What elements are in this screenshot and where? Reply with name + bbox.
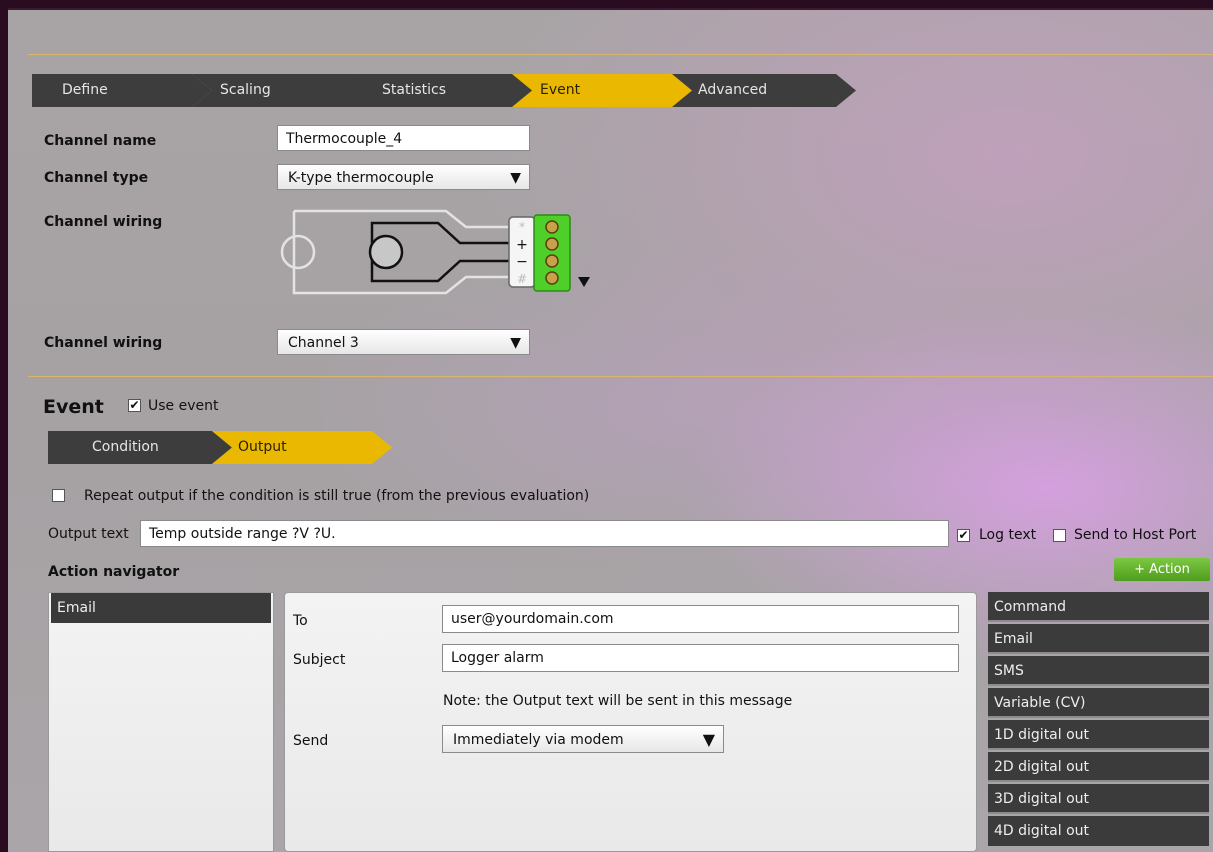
action-type-3d-digital-out[interactable]: 3D digital out — [988, 784, 1209, 814]
output-text-label: Output text — [48, 526, 129, 542]
use-event-checkbox[interactable]: ✔ — [128, 399, 141, 412]
tab-define-label: Define — [62, 82, 108, 98]
top-divider — [28, 54, 1213, 55]
output-note: Note: the Output text will be sent in th… — [443, 693, 793, 709]
send-method-value: Immediately via modem — [453, 732, 624, 748]
channel-type-select[interactable]: K-type thermocouple ▼ — [277, 164, 530, 190]
action-type-1d-digital-out[interactable]: 1D digital out — [988, 720, 1209, 750]
wiring-dropdown-icon[interactable] — [578, 277, 590, 287]
thermocouple-probe — [368, 221, 510, 283]
repeat-output-checkbox[interactable] — [52, 489, 65, 502]
action-type-2d-digital-out[interactable]: 2D digital out — [988, 752, 1209, 782]
repeat-output-label: Repeat output if the condition is still … — [84, 488, 590, 504]
send-method-select[interactable]: Immediately via modem ▼ — [442, 725, 724, 753]
tab-advanced-label: Advanced — [698, 82, 768, 98]
add-action-button[interactable]: + Action — [1114, 558, 1210, 581]
event-sub-tab-bar: Condition Output — [48, 431, 392, 464]
wiring-diagram: * + − # — [280, 209, 590, 295]
channel-wiring-label: Channel wiring — [44, 214, 163, 230]
log-text-label: Log text — [979, 527, 1037, 543]
use-event-label: Use event — [148, 398, 219, 414]
action-type-email[interactable]: Email — [988, 624, 1209, 654]
action-type-variable[interactable]: Variable (CV) — [988, 688, 1209, 718]
tab-advanced[interactable]: Advanced — [672, 74, 856, 107]
tab-condition-label: Condition — [92, 439, 159, 455]
check-mark-icon: ✔ — [958, 528, 969, 542]
tab-condition[interactable]: Condition — [48, 431, 232, 464]
tab-output-label: Output — [238, 439, 287, 455]
main-tab-bar: Define Scaling Statistics Event Advanced — [32, 74, 856, 107]
action-type-sms[interactable]: SMS — [988, 656, 1209, 686]
send-label: Send — [293, 733, 329, 749]
channel-wiring-value: Channel 3 — [288, 335, 359, 351]
action-type-list: Command Email SMS Variable (CV) 1D digit… — [988, 592, 1209, 852]
check-mark-icon: ✔ — [129, 398, 140, 412]
tab-statistics-label: Statistics — [382, 82, 446, 98]
output-text-input[interactable]: Temp outside range ?V ?U. — [140, 520, 949, 547]
tab-scaling[interactable]: Scaling — [192, 74, 382, 107]
tab-define[interactable]: Define — [32, 74, 212, 107]
send-host-checkbox[interactable] — [1053, 529, 1066, 542]
channel-type-value: K-type thermocouple — [288, 170, 434, 186]
terminal-star: * — [519, 220, 525, 234]
action-type-4d-digital-out[interactable]: 4D digital out — [988, 816, 1209, 846]
subject-label: Subject — [293, 652, 346, 668]
channel-type-label: Channel type — [44, 170, 149, 186]
terminal-minus: − — [516, 254, 528, 270]
channel-wiring-select[interactable]: Channel 3 ▼ — [277, 329, 530, 355]
action-navigator-list: Email — [48, 592, 274, 852]
channel-name-label: Channel name — [44, 133, 157, 149]
subject-input[interactable]: Logger alarm — [442, 644, 959, 672]
terminal-plus: + — [516, 237, 528, 253]
tab-scaling-label: Scaling — [220, 82, 271, 98]
tab-event[interactable]: Event — [512, 74, 694, 107]
middle-divider — [28, 376, 1213, 377]
log-text-checkbox[interactable]: ✔ — [957, 529, 970, 542]
tab-event-label: Event — [540, 82, 581, 98]
terminal-hash: # — [517, 272, 527, 286]
chevron-down-icon: ▼ — [510, 170, 521, 186]
channel-name-input[interactable]: Thermocouple_4 — [277, 125, 530, 151]
action-navigator-title: Action navigator — [48, 564, 180, 580]
channel-wiring2-label: Channel wiring — [44, 335, 163, 351]
to-label: To — [293, 613, 308, 629]
list-item-email[interactable]: Email — [51, 593, 271, 623]
chevron-down-icon: ▼ — [510, 335, 521, 351]
panel-top-border — [8, 8, 1213, 10]
tab-output[interactable]: Output — [212, 431, 392, 464]
action-type-command[interactable]: Command — [988, 592, 1209, 622]
chevron-down-icon: ▼ — [702, 730, 715, 749]
send-host-label: Send to Host Port — [1074, 527, 1197, 543]
terminal-block: * + − # — [508, 214, 571, 292]
to-input[interactable]: user@yourdomain.com — [442, 605, 959, 633]
email-action-form: To user@yourdomain.com Subject Logger al… — [284, 592, 977, 852]
event-title: Event — [43, 396, 104, 418]
